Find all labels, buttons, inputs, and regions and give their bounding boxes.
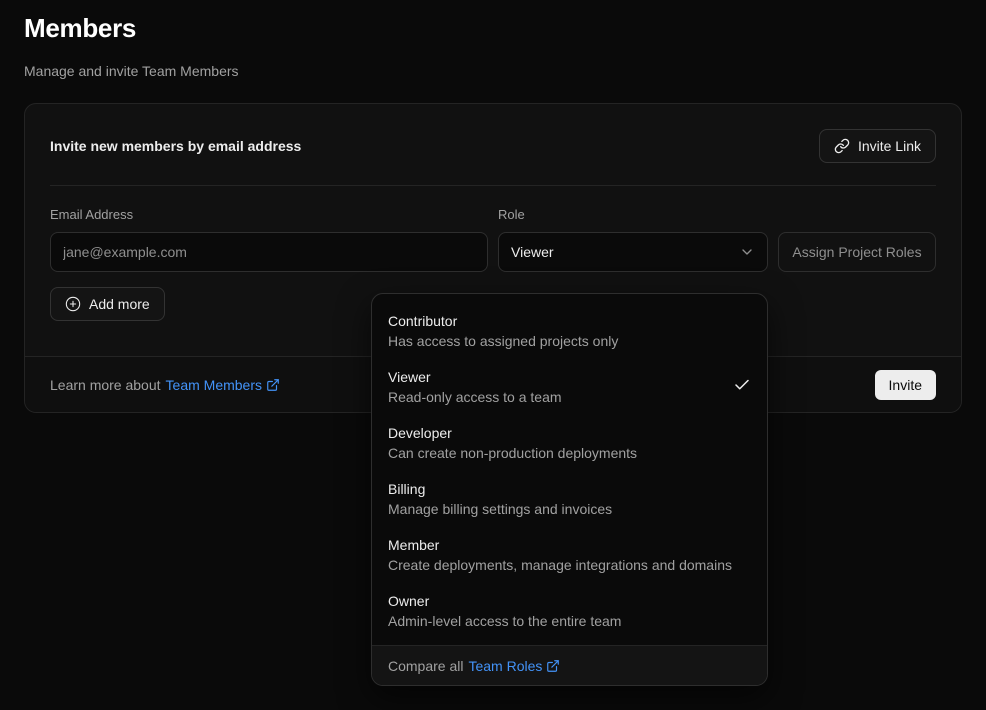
invite-card-title: Invite new members by email address — [50, 138, 301, 154]
page-subtitle: Manage and invite Team Members — [24, 63, 239, 79]
add-more-button-label: Add more — [89, 296, 150, 312]
page-title: Members — [24, 13, 136, 44]
invite-card-header: Invite new members by email address Invi… — [25, 104, 961, 185]
plus-circle-icon — [65, 296, 81, 312]
role-dropdown-menu: Contributor Has access to assigned proje… — [371, 293, 768, 686]
role-select[interactable]: Viewer — [498, 232, 768, 272]
role-select-value: Viewer — [511, 244, 554, 260]
role-option-name: Developer — [388, 423, 637, 443]
role-option-description: Manage billing settings and invoices — [388, 499, 612, 519]
role-option-name: Billing — [388, 479, 612, 499]
members-settings-page: Members Manage and invite Team Members I… — [0, 0, 986, 710]
email-input[interactable] — [50, 232, 488, 272]
role-option-name: Member — [388, 535, 732, 555]
role-option-developer[interactable]: Developer Can create non-production depl… — [372, 415, 767, 471]
check-icon — [733, 376, 751, 399]
external-link-icon — [266, 378, 280, 392]
role-label: Role — [498, 207, 768, 222]
chevron-down-icon — [739, 244, 755, 260]
team-roles-link-label: Team Roles — [468, 658, 542, 674]
link-icon — [834, 138, 850, 154]
role-option-name: Owner — [388, 591, 621, 611]
role-option-description: Read-only access to a team — [388, 387, 562, 407]
role-option-member[interactable]: Member Create deployments, manage integr… — [372, 527, 767, 583]
add-more-button[interactable]: Add more — [50, 287, 165, 321]
role-option-contributor[interactable]: Contributor Has access to assigned proje… — [372, 303, 767, 359]
role-option-description: Can create non-production deployments — [388, 443, 637, 463]
learn-more-text: Learn more about Team Members — [50, 377, 280, 393]
role-option-description: Has access to assigned projects only — [388, 331, 618, 351]
role-option-name: Viewer — [388, 367, 562, 387]
role-option-viewer[interactable]: Viewer Read-only access to a team — [372, 359, 767, 415]
email-address-label: Email Address — [50, 207, 488, 222]
invite-link-button[interactable]: Invite Link — [819, 129, 936, 163]
role-option-description: Create deployments, manage integrations … — [388, 555, 732, 575]
assign-project-roles-button[interactable]: Assign Project Roles — [778, 232, 936, 272]
learn-more-prefix: Learn more about — [50, 377, 161, 393]
compare-all-text: Compare all Team Roles — [388, 658, 560, 674]
team-members-link-label: Team Members — [166, 377, 262, 393]
role-option-billing[interactable]: Billing Manage billing settings and invo… — [372, 471, 767, 527]
role-option-name: Contributor — [388, 311, 618, 331]
invite-button[interactable]: Invite — [875, 370, 936, 400]
external-link-icon — [546, 659, 560, 673]
team-roles-link[interactable]: Team Roles — [468, 658, 560, 674]
role-dropdown-items: Contributor Has access to assigned proje… — [372, 294, 767, 645]
team-members-link[interactable]: Team Members — [166, 377, 280, 393]
invite-link-button-label: Invite Link — [858, 138, 921, 154]
role-option-description: Admin-level access to the entire team — [388, 611, 621, 631]
compare-all-prefix: Compare all — [388, 658, 463, 674]
role-option-owner[interactable]: Owner Admin-level access to the entire t… — [372, 583, 767, 639]
role-dropdown-footer: Compare all Team Roles — [372, 645, 767, 685]
